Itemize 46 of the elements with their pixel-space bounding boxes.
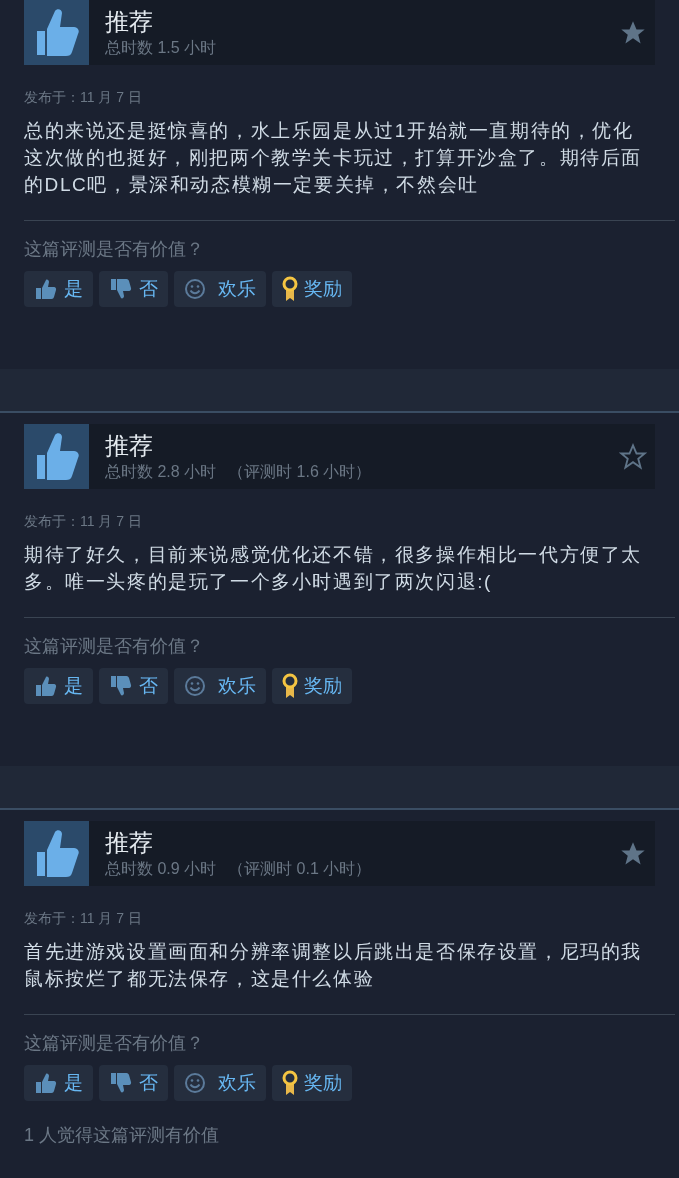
thumbs-up-badge <box>24 424 89 489</box>
thumbs-up-icon <box>34 278 58 300</box>
review-verdict: 推荐 <box>105 827 154 858</box>
thumbs-up-badge <box>24 0 89 65</box>
smiley-icon <box>184 1072 206 1094</box>
playtime-text: 总时数 2.8 小时 <box>105 461 217 482</box>
review-verdict: 推荐 <box>105 6 154 37</box>
helpful-question: 这篇评测是否有价值？ <box>24 238 205 261</box>
award-ribbon-icon <box>282 276 298 302</box>
no-vote-button[interactable]: 否 <box>99 668 168 704</box>
smiley-icon <box>184 278 206 300</box>
no-vote-button[interactable]: 否 <box>99 1065 168 1101</box>
yes-vote-button[interactable]: 是 <box>24 668 93 704</box>
review-text: 首先进游戏设置画面和分辨率调整以后跳出是否保存设置，尼玛的我鼠标按烂了都无法保存，这是什么体验 <box>24 940 643 991</box>
funny-vote-button[interactable]: 欢乐 <box>174 1065 266 1101</box>
review-text: 总的来说还是挺惊喜的，水上乐园是从过1开始就一直期待的，优化这次做的也挺好，刚把两个教学关卡玩过，打算开沙盒了。期待后面的DLC吧，景深和动态模糊一定要关掉，不然会吐 <box>24 119 643 197</box>
playtime-at-review-text: （评测时 1.6 小时） <box>228 461 372 482</box>
playtime-text: 总时数 1.5 小时 <box>105 37 217 58</box>
award-vote-button[interactable]: 奖励 <box>272 271 352 307</box>
post-date: 发布于：11 月 7 日 <box>24 88 143 107</box>
thumbs-down-icon <box>109 675 133 697</box>
review-text: 期待了好久，目前来说感觉优化还不错，很多操作相比一代方便了太多。唯一头疼的是玩了一个多小时遇到了两次闪退:( <box>24 543 643 594</box>
helpful-question: 这篇评测是否有价值？ <box>24 1032 205 1055</box>
award-ribbon-icon <box>282 673 298 699</box>
helpful-count: 1 人觉得这篇评测有价值 <box>24 1124 220 1147</box>
award-ribbon-icon <box>282 1070 298 1096</box>
award-vote-button[interactable]: 奖励 <box>272 1065 352 1101</box>
thumbs-up-badge <box>24 821 89 886</box>
thumbs-down-icon <box>109 1072 133 1094</box>
funny-vote-button[interactable]: 欢乐 <box>174 668 266 704</box>
playtime-at-review-text: （评测时 0.1 小时） <box>228 858 372 879</box>
no-vote-button[interactable]: 否 <box>99 271 168 307</box>
post-date: 发布于：11 月 7 日 <box>24 909 143 928</box>
yes-vote-button[interactable]: 是 <box>24 271 93 307</box>
award-vote-button[interactable]: 奖励 <box>272 668 352 704</box>
playtime-text: 总时数 0.9 小时 <box>105 858 217 879</box>
review-verdict: 推荐 <box>105 430 154 461</box>
yes-vote-button[interactable]: 是 <box>24 1065 93 1101</box>
post-date: 发布于：11 月 7 日 <box>24 512 143 531</box>
helpful-question: 这篇评测是否有价值？ <box>24 635 205 658</box>
thumbs-up-icon <box>34 675 58 697</box>
thumbs-up-icon <box>34 1072 58 1094</box>
smiley-icon <box>184 675 206 697</box>
star-outline-icon[interactable] <box>619 442 647 471</box>
thumbs-down-icon <box>109 278 133 300</box>
funny-vote-button[interactable]: 欢乐 <box>174 271 266 307</box>
